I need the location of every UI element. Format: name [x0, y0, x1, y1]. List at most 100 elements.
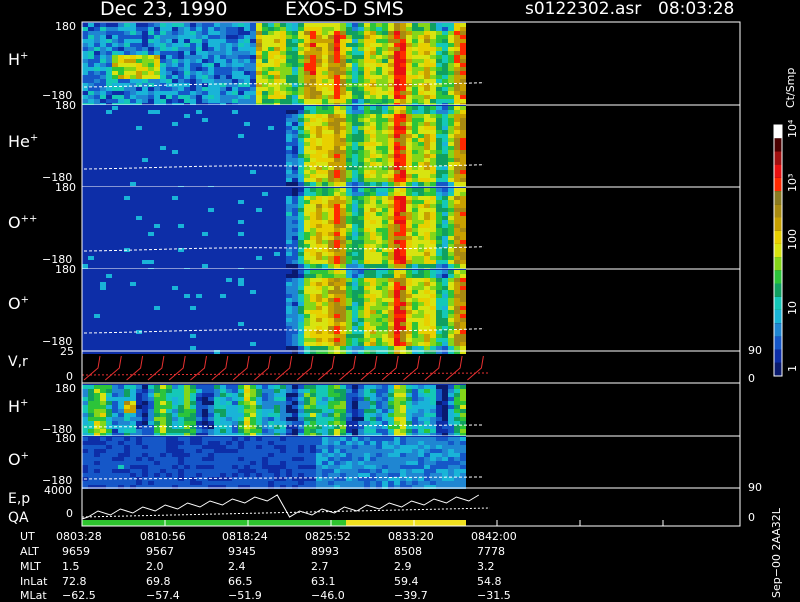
heatmap-cell	[310, 326, 316, 330]
heatmap-cell	[202, 310, 208, 314]
heatmap-cell	[382, 240, 388, 244]
heatmap-cell	[358, 71, 364, 75]
heatmap-cell	[172, 146, 178, 150]
heatmap-cell	[436, 240, 442, 244]
heatmap-cell	[370, 134, 376, 138]
heatmap-cell	[268, 79, 274, 83]
heatmap-cell	[286, 282, 292, 286]
heatmap-cell	[202, 298, 208, 302]
heatmap-cell	[172, 322, 178, 326]
heatmap-cell	[202, 71, 208, 75]
heatmap-cell	[124, 264, 130, 268]
heatmap-cell	[214, 106, 220, 110]
heatmap-cell	[172, 182, 178, 186]
heatmap-cell	[310, 59, 316, 63]
heatmap-cell	[310, 318, 316, 322]
heatmap-cell	[244, 264, 250, 268]
heatmap-cell	[418, 236, 424, 240]
heatmap-cell	[274, 192, 280, 196]
heatmap-cell	[436, 188, 442, 192]
heatmap-cell	[232, 220, 238, 224]
heatmap-cell	[136, 55, 142, 59]
heatmap-cell	[118, 302, 124, 306]
heatmap-cell	[292, 146, 298, 150]
heatmap-cell	[328, 240, 334, 244]
heatmap-cell	[418, 162, 424, 166]
heatmap-cell	[208, 47, 214, 51]
heatmap-cell	[394, 91, 400, 95]
heatmap-cell	[244, 260, 250, 264]
heatmap-cell	[220, 302, 226, 306]
heatmap-cell	[424, 79, 430, 83]
heatmap-cell	[142, 23, 148, 27]
heatmap-cell	[94, 256, 100, 260]
heatmap-cell	[154, 216, 160, 220]
heatmap-cell	[304, 204, 310, 208]
heatmap-cell	[88, 154, 94, 158]
heatmap-cell	[136, 182, 142, 186]
heatmap-cell	[376, 130, 382, 134]
heatmap-cell	[118, 252, 124, 256]
heatmap-cell	[316, 126, 322, 130]
heatmap-cell	[430, 204, 436, 208]
heatmap-cell	[346, 110, 352, 114]
heatmap-cell	[304, 178, 310, 182]
heatmap-cell	[148, 192, 154, 196]
heatmap-cell	[268, 158, 274, 162]
heatmap-cell	[250, 126, 256, 130]
heatmap-cell	[112, 244, 118, 248]
heatmap-cell	[112, 71, 118, 75]
heatmap-cell	[346, 322, 352, 326]
heatmap-cell	[130, 192, 136, 196]
heatmap-cell	[280, 208, 286, 212]
heatmap-cell	[322, 264, 328, 268]
heatmap-cell	[454, 126, 460, 130]
heatmap-cell	[118, 314, 124, 318]
heatmap-cell	[214, 310, 220, 314]
heatmap-cell	[292, 59, 298, 63]
heatmap-cell	[82, 264, 88, 268]
heatmap-cell	[448, 43, 454, 47]
heatmap-cell	[160, 122, 166, 126]
heatmap-cell	[244, 122, 250, 126]
heatmap-cell	[202, 192, 208, 196]
heatmap-cell	[244, 174, 250, 178]
heatmap-cell	[358, 39, 364, 43]
heatmap-cell	[154, 240, 160, 244]
heatmap-cell	[304, 23, 310, 27]
heatmap-cell	[118, 204, 124, 208]
heatmap-cell	[376, 260, 382, 264]
heatmap-cell	[232, 178, 238, 182]
heatmap-cell	[244, 346, 250, 350]
heatmap-cell	[418, 142, 424, 146]
heatmap-cell	[94, 142, 100, 146]
heatmap-cell	[226, 170, 232, 174]
heatmap-cell	[310, 138, 316, 142]
heatmap-cell	[388, 99, 394, 103]
heatmap-cell	[262, 322, 268, 326]
heatmap-cell	[358, 79, 364, 83]
heatmap-cell	[382, 99, 388, 103]
heatmap-cell	[424, 192, 430, 196]
heatmap-cell	[334, 346, 340, 350]
heatmap-cell	[358, 170, 364, 174]
heatmap-cell	[460, 224, 466, 228]
heatmap-cell	[166, 59, 172, 63]
heatmap-cell	[310, 274, 316, 278]
heatmap-cell	[124, 91, 130, 95]
heatmap-cell	[370, 67, 376, 71]
heatmap-cell	[364, 150, 370, 154]
heatmap-cell	[202, 278, 208, 282]
heatmap-cell	[262, 248, 268, 252]
heatmap-cell	[370, 31, 376, 35]
heatmap-cell	[334, 338, 340, 342]
heatmap-cell	[244, 154, 250, 158]
heatmap-cell	[424, 154, 430, 158]
heatmap-cell	[190, 71, 196, 75]
heatmap-cell	[460, 63, 466, 67]
heatmap-cell	[214, 118, 220, 122]
heatmap-cell	[328, 35, 334, 39]
heatmap-cell	[100, 158, 106, 162]
heatmap-cell	[256, 282, 262, 286]
heatmap-cell	[292, 126, 298, 130]
